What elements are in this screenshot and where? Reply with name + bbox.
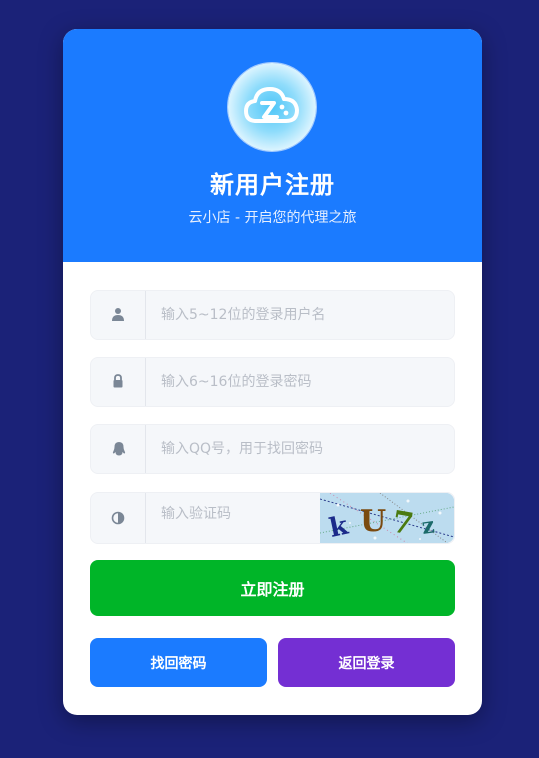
- register-button[interactable]: 立即注册: [90, 560, 455, 616]
- svg-text:U: U: [360, 504, 386, 539]
- qq-input[interactable]: [161, 425, 441, 473]
- cloud-logo-icon: [228, 63, 316, 151]
- password-field: [90, 357, 455, 407]
- card-header: 新用户注册 云小店 - 开启您的代理之旅: [63, 29, 482, 262]
- username-input[interactable]: [161, 291, 441, 339]
- page-subtitle: 云小店 - 开启您的代理之旅: [188, 210, 357, 226]
- password-input[interactable]: [161, 358, 441, 406]
- lock-icon: [91, 358, 146, 406]
- qq-field: [90, 424, 455, 474]
- captcha-input[interactable]: [161, 493, 341, 535]
- qq-penguin-icon: [91, 425, 146, 473]
- register-card: 新用户注册 云小店 - 开启您的代理之旅 输入5~12位的登录用户名 输入QQ号…: [63, 29, 482, 715]
- half-circle-icon: [91, 493, 146, 543]
- page-title: 新用户注册: [210, 171, 335, 199]
- find-password-button[interactable]: 找回密码: [90, 638, 267, 687]
- captcha-field: k U 7 z: [90, 492, 455, 544]
- username-field: [90, 290, 455, 340]
- captcha-image[interactable]: k U 7 z: [320, 493, 454, 543]
- back-to-login-button[interactable]: 返回登录: [278, 638, 455, 687]
- user-icon: [91, 291, 146, 339]
